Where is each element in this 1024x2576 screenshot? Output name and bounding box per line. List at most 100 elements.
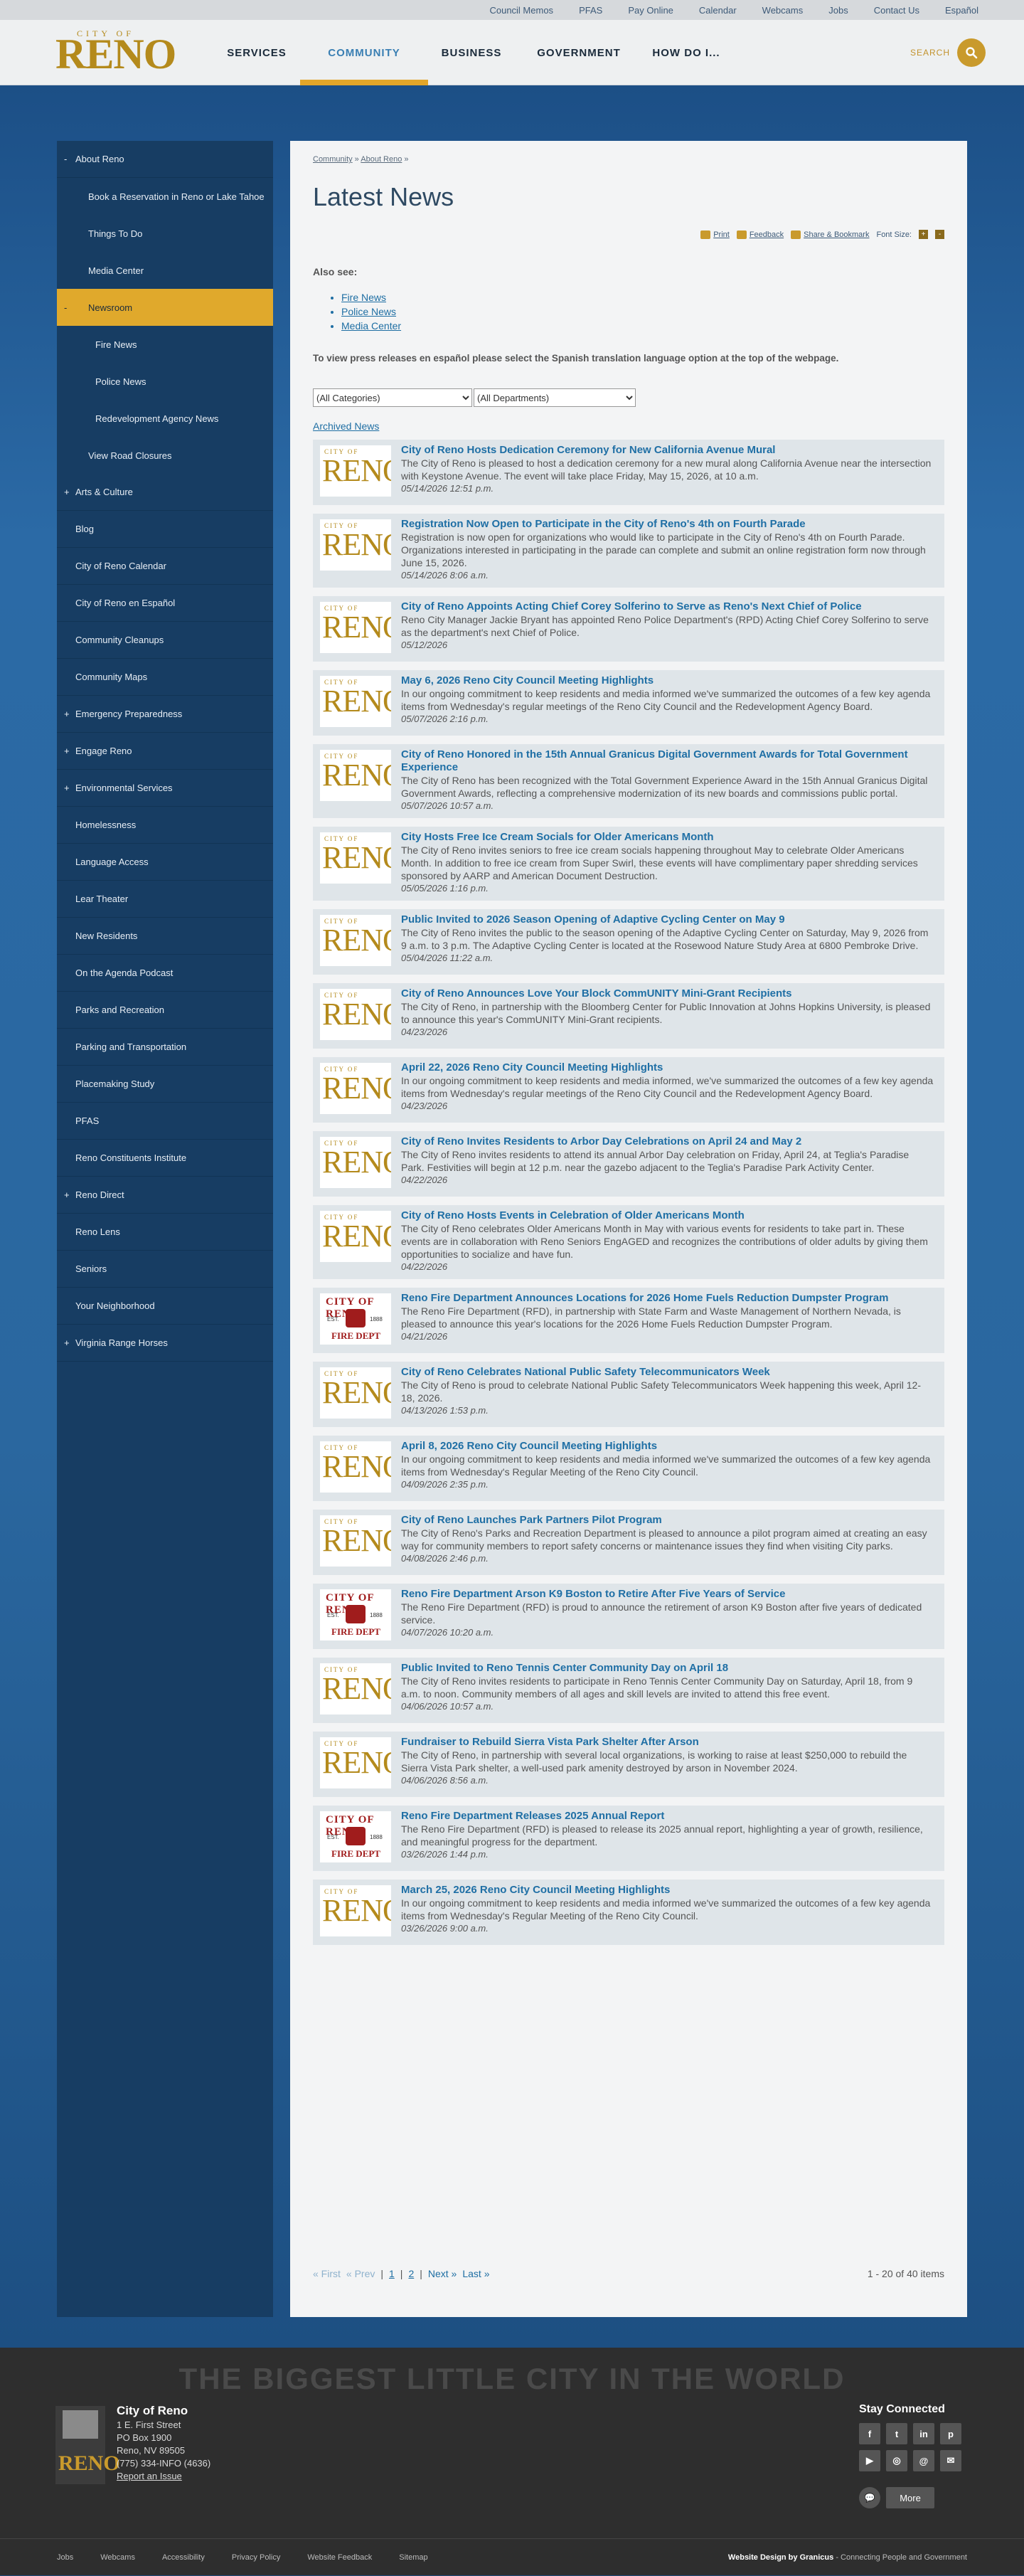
sidebar-item[interactable]: Police News: [57, 363, 273, 400]
breadcrumb-about-reno[interactable]: About Reno: [361, 155, 402, 164]
news-title[interactable]: April 22, 2026 Reno City Council Meeting…: [320, 1061, 934, 1074]
sidebar-item[interactable]: Community Cleanups: [57, 622, 273, 659]
sidebar-item[interactable]: Seniors: [57, 1251, 273, 1288]
footer-link[interactable]: Sitemap: [399, 2553, 427, 2562]
sidebar-item[interactable]: + Emergency Preparedness: [57, 696, 273, 733]
sidebar-item[interactable]: City of Reno en Español: [57, 585, 273, 622]
news-title[interactable]: Reno Fire Department Releases 2025 Annua…: [320, 1810, 934, 1823]
news-title[interactable]: City of Reno Invites Residents to Arbor …: [320, 1135, 934, 1148]
city-logo[interactable]: CITY OF RENO: [55, 28, 176, 77]
news-item[interactable]: CITY OF RENO EST. 1888 FIRE DEPT Reno Fire D…: [313, 1584, 944, 1649]
utility-link[interactable]: Pay Online: [615, 5, 686, 16]
news-item[interactable]: CITY OFRENOCity of Reno Invites Resident…: [313, 1131, 944, 1197]
sidebar-item[interactable]: - Newsroom: [57, 289, 273, 326]
utility-link[interactable]: Jobs: [816, 5, 860, 16]
share-button[interactable]: Share & Bookmark: [791, 230, 869, 239]
pager-page-2[interactable]: 2: [408, 2268, 414, 2279]
breadcrumb-community[interactable]: Community: [313, 155, 353, 164]
news-title[interactable]: Registration Now Open to Participate in …: [320, 518, 934, 531]
news-item[interactable]: CITY OFRENOCity of Reno Hosts Events in …: [313, 1205, 944, 1279]
expand-icon[interactable]: +: [64, 1337, 70, 1349]
collapse-icon[interactable]: -: [64, 153, 67, 165]
news-item[interactable]: CITY OFRENOApril 22, 2026 Reno City Coun…: [313, 1057, 944, 1123]
sidebar-item[interactable]: + Virginia Range Horses: [57, 1325, 273, 1362]
youtube-icon[interactable]: ▶: [859, 2450, 880, 2471]
expand-icon[interactable]: +: [64, 486, 70, 498]
news-title[interactable]: March 25, 2026 Reno City Council Meeting…: [320, 1884, 934, 1897]
threads-icon[interactable]: @: [913, 2450, 934, 2471]
expand-icon[interactable]: +: [64, 1189, 70, 1201]
news-item[interactable]: CITY OFRENOCity of Reno Hosts Dedication…: [313, 440, 944, 505]
news-item[interactable]: CITY OFRENOCity of Reno Appoints Acting …: [313, 596, 944, 662]
news-item[interactable]: CITY OFRENOMay 6, 2026 Reno City Council…: [313, 670, 944, 736]
print-button[interactable]: Print: [700, 230, 730, 239]
credit-link[interactable]: Website Design by Granicus: [728, 2553, 833, 2562]
footer-link[interactable]: Privacy Policy: [232, 2553, 280, 2562]
news-item[interactable]: CITY OFRENOCity of Reno Celebrates Natio…: [313, 1362, 944, 1427]
feedback-button[interactable]: Feedback: [736, 230, 784, 239]
footer-phone[interactable]: (775) 334-INFO (4636): [117, 2457, 210, 2470]
pager-first[interactable]: « First: [313, 2268, 341, 2279]
news-title[interactable]: City of Reno Launches Park Partners Pilo…: [320, 1514, 934, 1527]
nav-business[interactable]: BUSINESS: [428, 20, 515, 85]
pager-last[interactable]: Last »: [462, 2268, 489, 2279]
news-title[interactable]: Fundraiser to Rebuild Sierra Vista Park …: [320, 1736, 934, 1749]
font-decrease-button[interactable]: -: [935, 230, 944, 239]
sidebar-item[interactable]: Parking and Transportation: [57, 1029, 273, 1066]
sidebar-item[interactable]: Parks and Recreation: [57, 992, 273, 1029]
sidebar-item[interactable]: Reno Lens: [57, 1214, 273, 1251]
nav-how-do-i[interactable]: HOW DO I...: [643, 20, 730, 85]
utility-link[interactable]: Calendar: [686, 5, 750, 16]
link-fire-news[interactable]: Fire News: [341, 290, 401, 304]
font-increase-button[interactable]: +: [919, 230, 928, 239]
instagram-icon[interactable]: ◎: [886, 2450, 907, 2471]
sidebar-item[interactable]: Community Maps: [57, 659, 273, 696]
news-title[interactable]: Public Invited to 2026 Season Opening of…: [320, 913, 934, 926]
collapse-icon[interactable]: -: [64, 302, 67, 314]
news-item[interactable]: CITY OFRENOCity of Reno Announces Love Y…: [313, 983, 944, 1049]
nav-community[interactable]: COMMUNITY: [300, 20, 428, 85]
footer-link[interactable]: Webcams: [100, 2553, 135, 2562]
utility-link[interactable]: Contact Us: [861, 5, 932, 16]
news-item[interactable]: CITY OFRENOPublic Invited to 2026 Season…: [313, 909, 944, 975]
news-title[interactable]: City of Reno Appoints Acting Chief Corey…: [320, 600, 934, 613]
linkedin-icon[interactable]: in: [913, 2423, 934, 2444]
news-title[interactable]: May 6, 2026 Reno City Council Meeting Hi…: [320, 674, 934, 687]
footer-link[interactable]: Website Feedback: [307, 2553, 372, 2562]
news-title[interactable]: Reno Fire Department Arson K9 Boston to …: [320, 1588, 934, 1601]
sidebar-item[interactable]: Media Center: [57, 252, 273, 289]
utility-link[interactable]: Webcams: [750, 5, 816, 16]
link-media-center[interactable]: Media Center: [341, 319, 401, 333]
sidebar-item[interactable]: Book a Reservation in Reno or Lake Tahoe: [57, 178, 273, 215]
pager-next[interactable]: Next »: [428, 2268, 457, 2279]
news-item[interactable]: CITY OF RENO EST. 1888 FIRE DEPT Reno Fire D…: [313, 1288, 944, 1353]
sidebar-item[interactable]: On the Agenda Podcast: [57, 955, 273, 992]
news-item[interactable]: CITY OFRENOCity of Reno Launches Park Pa…: [313, 1510, 944, 1575]
more-button[interactable]: More: [886, 2487, 934, 2508]
news-item[interactable]: CITY OFRENOApril 8, 2026 Reno City Counc…: [313, 1436, 944, 1501]
sidebar-item[interactable]: View Road Closures: [57, 437, 273, 474]
department-select[interactable]: (All Departments): [474, 388, 636, 407]
news-item[interactable]: CITY OF RENO EST. 1888 FIRE DEPT Reno Fire D…: [313, 1806, 944, 1871]
sidebar-item[interactable]: + Arts & Culture: [57, 474, 273, 511]
sidebar-item[interactable]: Things To Do: [57, 215, 273, 252]
chat-icon[interactable]: 💬: [859, 2487, 880, 2508]
news-item[interactable]: CITY OFRENOCity Hosts Free Ice Cream Soc…: [313, 827, 944, 901]
sidebar-item[interactable]: + Engage Reno: [57, 733, 273, 770]
utility-link[interactable]: Español: [932, 5, 991, 16]
category-select[interactable]: (All Categories): [313, 388, 472, 407]
twitter-icon[interactable]: t: [886, 2423, 907, 2444]
expand-icon[interactable]: +: [64, 782, 70, 794]
sidebar-item[interactable]: Redevelopment Agency News: [57, 400, 273, 437]
sidebar-item[interactable]: - About Reno: [57, 141, 273, 178]
pager-prev[interactable]: « Prev: [346, 2268, 375, 2279]
footer-link[interactable]: Jobs: [57, 2553, 73, 2562]
report-issue-link[interactable]: Report an Issue: [117, 2470, 210, 2483]
nav-services[interactable]: SERVICES: [213, 20, 300, 85]
email-icon[interactable]: ✉: [940, 2450, 961, 2471]
sidebar-item[interactable]: Fire News: [57, 326, 273, 363]
sidebar-item[interactable]: Lear Theater: [57, 881, 273, 918]
footer-link[interactable]: Accessibility: [162, 2553, 205, 2562]
sidebar-item[interactable]: Homelessness: [57, 807, 273, 844]
news-title[interactable]: Public Invited to Reno Tennis Center Com…: [320, 1662, 934, 1675]
